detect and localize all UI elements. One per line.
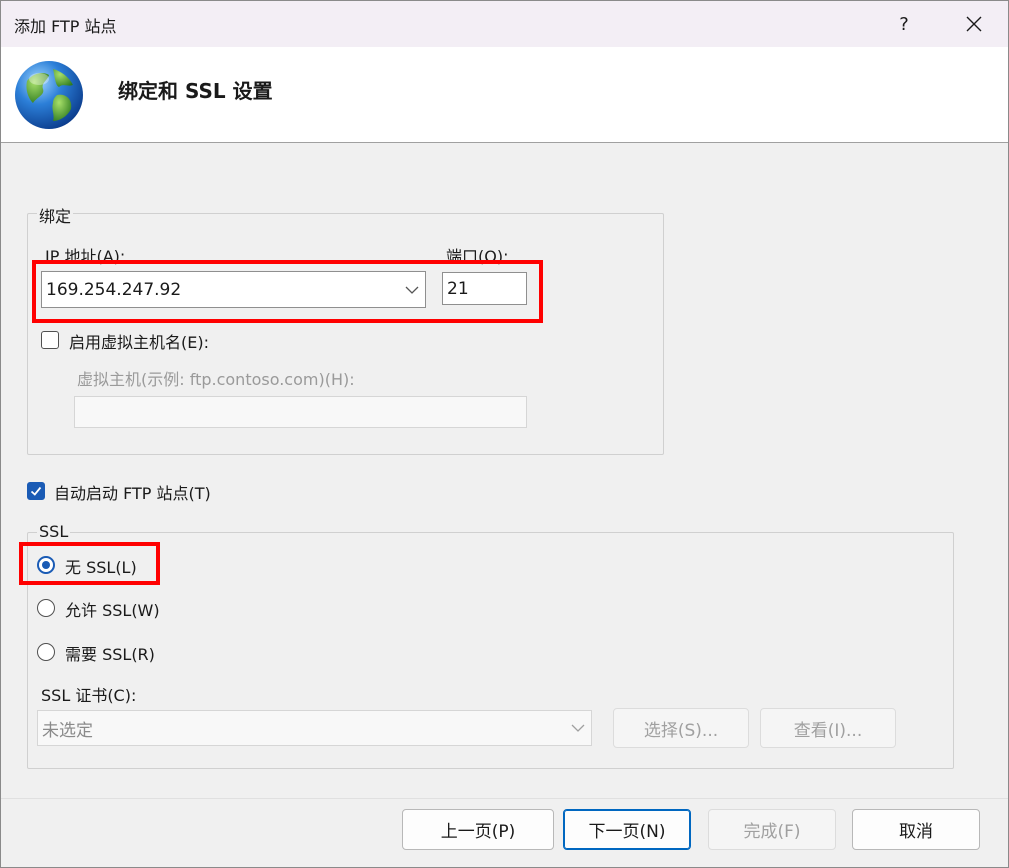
close-button[interactable] xyxy=(951,1,997,47)
no-ssl-radio[interactable] xyxy=(37,556,55,574)
title-bar: 添加 FTP 站点 ? xyxy=(1,1,1008,47)
globe-icon xyxy=(15,61,83,129)
help-icon: ? xyxy=(899,13,909,35)
port-label: 端口(O): xyxy=(446,247,509,266)
page-title: 绑定和 SSL 设置 xyxy=(118,79,273,103)
help-button[interactable]: ? xyxy=(881,1,927,47)
finish-button[interactable]: 完成(F) xyxy=(708,809,836,850)
allow-ssl-radio[interactable] xyxy=(37,599,55,617)
ssl-group-title: SSL xyxy=(37,522,71,541)
no-ssl-label[interactable]: 无 SSL(L) xyxy=(65,554,137,578)
chevron-down-icon xyxy=(571,724,585,732)
port-value: 21 xyxy=(447,278,469,299)
wizard-header: 绑定和 SSL 设置 xyxy=(1,47,1008,143)
auto-start-label[interactable]: 自动启动 FTP 站点(T) xyxy=(54,480,211,504)
previous-button-label: 上一页(P) xyxy=(440,822,516,842)
previous-button[interactable]: 上一页(P) xyxy=(402,809,554,850)
allow-ssl-label[interactable]: 允许 SSL(W) xyxy=(65,597,160,621)
ip-address-value: 169.254.247.92 xyxy=(46,279,182,300)
select-certificate-label: 选择(S)... xyxy=(643,720,719,741)
finish-button-label: 完成(F) xyxy=(743,822,801,842)
virtual-host-input xyxy=(74,396,527,428)
cancel-button-label: 取消 xyxy=(899,822,933,842)
view-certificate-button[interactable]: 查看(I)... xyxy=(760,708,896,748)
ip-address-label: IP 地址(A): xyxy=(45,247,126,266)
select-certificate-button[interactable]: 选择(S)... xyxy=(613,708,749,748)
footer-separator xyxy=(1,798,1008,799)
next-button[interactable]: 下一页(N) xyxy=(563,809,691,850)
close-icon xyxy=(966,16,982,32)
chevron-down-icon xyxy=(405,286,419,294)
port-input[interactable]: 21 xyxy=(442,272,527,305)
ssl-certificate-label: SSL 证书(C): xyxy=(41,686,137,705)
cancel-button[interactable]: 取消 xyxy=(852,809,980,850)
ip-address-combobox[interactable]: 169.254.247.92 xyxy=(41,271,426,308)
binding-group-title: 绑定 xyxy=(37,203,74,227)
require-ssl-radio[interactable] xyxy=(37,643,55,661)
auto-start-checkbox[interactable] xyxy=(27,482,45,500)
checkmark-icon xyxy=(30,486,42,496)
view-certificate-label: 查看(I)... xyxy=(793,720,863,741)
require-ssl-label[interactable]: 需要 SSL(R) xyxy=(65,641,155,665)
virtual-host-label: 虚拟主机(示例: ftp.contoso.com)(H): xyxy=(77,370,355,389)
enable-virtual-host-label[interactable]: 启用虚拟主机名(E): xyxy=(69,329,209,353)
ssl-certificate-value: 未选定 xyxy=(42,720,93,741)
enable-virtual-host-checkbox[interactable] xyxy=(41,331,59,349)
add-ftp-site-dialog: 添加 FTP 站点 ? 绑定和 SSL 设置 绑定 IP 地址(A): 169.… xyxy=(0,0,1009,868)
window-title: 添加 FTP 站点 xyxy=(14,17,117,36)
ssl-certificate-combobox: 未选定 xyxy=(37,710,592,746)
next-button-label: 下一页(N) xyxy=(588,822,666,842)
